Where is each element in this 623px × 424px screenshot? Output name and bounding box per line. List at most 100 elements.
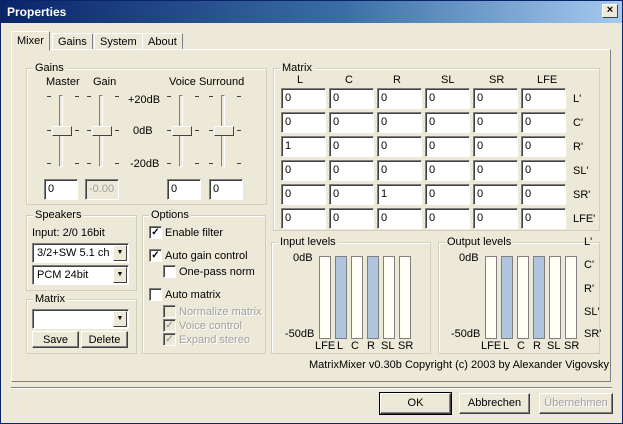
matrix-col-header-r: R (393, 74, 401, 86)
enable-filter-checkbox[interactable]: ✓ (149, 226, 162, 239)
level-bar-sl (549, 256, 561, 339)
matrix-cell[interactable]: 0 (425, 184, 470, 205)
matrix-cell[interactable]: 0 (521, 160, 566, 181)
matrix-cell[interactable]: 0 (473, 208, 518, 229)
channel-label-lfe: LFE (315, 340, 336, 352)
level-bar-c (517, 256, 529, 339)
tab-about[interactable]: About (142, 33, 183, 50)
voice-control-label: Voice control (179, 320, 242, 332)
auto-gain-checkbox[interactable]: ✓ (149, 249, 162, 262)
matrix-cell[interactable]: 0 (521, 112, 566, 133)
matrix-cell[interactable]: 0 (329, 88, 374, 109)
level-bar-lfe (319, 256, 331, 339)
tab-gains[interactable]: Gains (52, 33, 93, 50)
matrix-cell[interactable]: 0 (329, 160, 374, 181)
matrix-cell[interactable]: 0 (425, 208, 470, 229)
matrix-cell[interactable]: 0 (425, 88, 470, 109)
matrix-group-label: Matrix (280, 62, 314, 74)
one-pass-label: One-pass norm (179, 266, 255, 278)
matrix-cell[interactable]: 0 (377, 88, 422, 109)
level-bar-r (533, 256, 545, 339)
matrix-cell[interactable]: 0 (521, 88, 566, 109)
matrix-cell[interactable]: 0 (281, 112, 326, 133)
db-plus-label: +20dB (128, 94, 161, 106)
matrix-cell[interactable]: 0 (425, 136, 470, 157)
matrix-cell[interactable]: 0 (521, 208, 566, 229)
matrix-cell[interactable]: 0 (377, 208, 422, 229)
output-format-select[interactable]: PCM 24bit ▼ (32, 265, 129, 285)
gain-label: Gain (93, 76, 117, 88)
cancel-button[interactable]: Abbrechen (459, 393, 530, 414)
expand-stereo-label: Expand stereo (179, 334, 250, 346)
matrix-cell[interactable]: 0 (377, 160, 422, 181)
matrix-cell[interactable]: 0 (425, 160, 470, 181)
auto-matrix-label: Auto matrix (165, 289, 221, 301)
matrix-cell[interactable]: 0 (329, 208, 374, 229)
matrix-cell[interactable]: 0 (521, 184, 566, 205)
matrix-cell[interactable]: 0 (281, 184, 326, 205)
matrix-cell[interactable]: 0 (281, 88, 326, 109)
voice-value-field[interactable]: 0 (167, 179, 201, 200)
channel-label-c: C (517, 340, 525, 352)
matrix-cell[interactable]: 0 (377, 112, 422, 133)
matrix-cell[interactable]: 0 (473, 160, 518, 181)
matrix-row-label: L' (573, 93, 582, 105)
matrix-cell[interactable]: 0 (473, 112, 518, 133)
chevron-down-icon[interactable]: ▼ (113, 311, 127, 327)
enable-filter-label: Enable filter (165, 227, 224, 239)
one-pass-checkbox[interactable] (163, 265, 176, 278)
surround-slider-thumb[interactable] (214, 126, 234, 136)
close-icon[interactable]: × (602, 4, 618, 18)
matrix-cell[interactable]: 1 (377, 184, 422, 205)
master-value-field[interactable]: 0 (44, 179, 78, 200)
speaker-config-select[interactable]: 3/2+SW 5.1 ch ▼ (32, 243, 129, 263)
output-side-label: SR' (584, 328, 602, 340)
gain-value-field[interactable]: -0.00 (85, 179, 119, 200)
matrix-cell[interactable]: 0 (329, 136, 374, 157)
auto-matrix-checkbox[interactable] (149, 288, 162, 301)
master-slider-thumb[interactable] (52, 126, 72, 136)
channel-label-r: R (533, 340, 541, 352)
matrix-cell[interactable]: 0 (281, 160, 326, 181)
voice-slider-thumb[interactable] (172, 126, 192, 136)
output-side-label: R' (584, 283, 595, 295)
surround-value-field[interactable]: 0 (209, 179, 243, 200)
input-levels-bottom-label: -50dB (285, 328, 315, 340)
gains-group-label: Gains (33, 62, 66, 74)
matrix-cell[interactable]: 0 (329, 112, 374, 133)
expand-stereo-checkbox[interactable]: ✓ (163, 333, 176, 346)
matrix-cell[interactable]: 0 (473, 184, 518, 205)
matrix-cell[interactable]: 0 (521, 136, 566, 157)
master-label: Master (46, 76, 80, 88)
matrix-row-label: C' (573, 117, 584, 129)
copyright-text: MatrixMixer v0.30b Copyright (c) 2003 by… (309, 359, 609, 371)
db-minus-label: -20dB (130, 158, 160, 170)
tab-system[interactable]: System (94, 33, 143, 50)
matrix-cell[interactable]: 0 (473, 88, 518, 109)
matrix-cell[interactable]: 0 (473, 136, 518, 157)
chevron-down-icon[interactable]: ▼ (113, 267, 127, 283)
matrix-cell[interactable]: 0 (329, 184, 374, 205)
matrix-cell[interactable]: 0 (281, 208, 326, 229)
matrix-cell[interactable]: 0 (377, 136, 422, 157)
channel-label-l: L (337, 340, 344, 352)
gain-slider-thumb[interactable] (92, 126, 112, 136)
output-side-label: SL' (584, 306, 600, 318)
matrix-col-header-l: L (297, 74, 304, 86)
level-bar-l (335, 256, 347, 339)
matrix-preset-select[interactable]: ▼ (32, 309, 129, 329)
tab-mixer[interactable]: Mixer (11, 31, 50, 51)
save-button[interactable]: Save (32, 331, 79, 348)
auto-gain-label: Auto gain control (165, 250, 248, 262)
chevron-down-icon[interactable]: ▼ (113, 245, 127, 261)
normalize-matrix-label: Normalize matrix (179, 306, 262, 318)
matrix-cell[interactable]: 0 (425, 112, 470, 133)
delete-button[interactable]: Delete (81, 331, 128, 348)
voice-control-checkbox[interactable]: ✓ (163, 319, 176, 332)
normalize-matrix-checkbox[interactable] (163, 305, 176, 318)
matrix-cell[interactable]: 1 (281, 136, 326, 157)
channel-label-l: L (503, 340, 510, 352)
ok-button[interactable]: OK (379, 392, 452, 415)
channel-label-sr: SR (564, 340, 580, 352)
apply-button[interactable]: Übernehmen (539, 393, 613, 414)
